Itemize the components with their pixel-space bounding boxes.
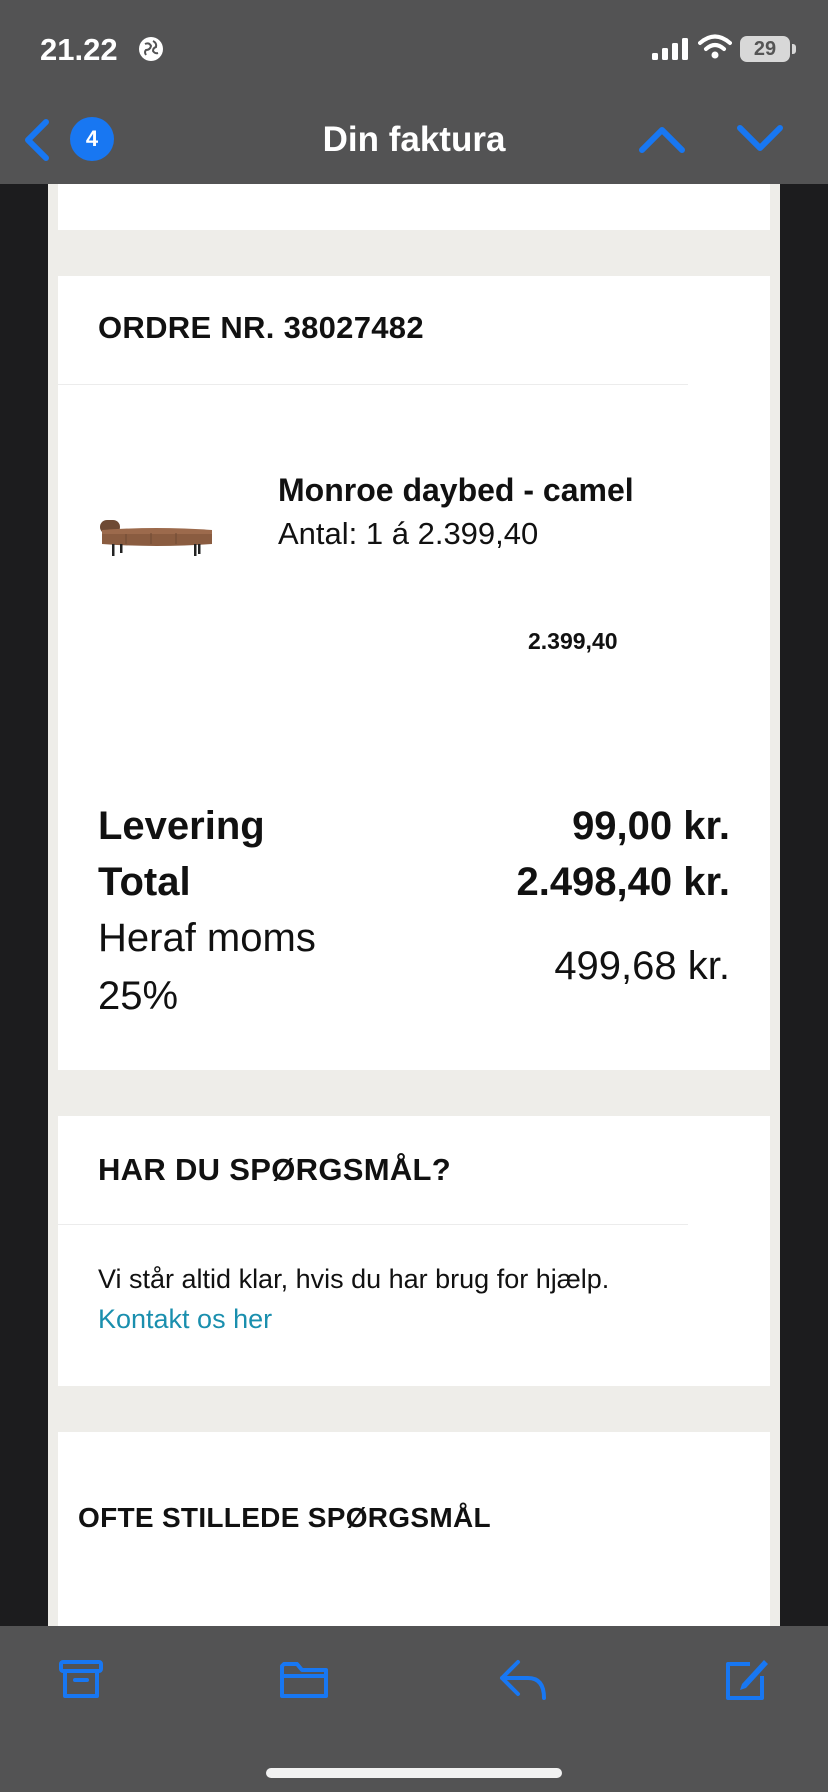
total-label: Total bbox=[98, 860, 191, 904]
help-heading: HAR DU SPØRGSMÅL? bbox=[98, 1152, 451, 1187]
delivery-label: Levering bbox=[98, 804, 265, 848]
battery-indicator: 29 bbox=[740, 36, 790, 62]
order-number-heading: ORDRE NR. 38027482 bbox=[98, 310, 424, 345]
divider bbox=[58, 1224, 688, 1225]
top-chrome: 21.22 29 4 Din faktura bbox=[0, 0, 828, 184]
product-name: Monroe daybed - camel bbox=[278, 472, 634, 508]
order-card: ORDRE NR. 38027482 Monroe daybed - camel… bbox=[58, 276, 770, 1070]
product-image bbox=[100, 520, 212, 556]
previous-message-chevron-up-icon[interactable] bbox=[638, 122, 686, 156]
archive-icon[interactable] bbox=[58, 1656, 104, 1702]
help-card: HAR DU SPØRGSMÅL? Vi står altid klar, hv… bbox=[58, 1116, 770, 1386]
folder-icon[interactable] bbox=[278, 1656, 330, 1702]
vat-label: Heraf moms bbox=[98, 916, 316, 960]
battery-tip bbox=[792, 44, 796, 54]
bottom-toolbar bbox=[0, 1626, 828, 1792]
vat-value: 499,68 kr. bbox=[554, 944, 730, 988]
next-message-chevron-down-icon[interactable] bbox=[736, 122, 784, 156]
wifi-icon bbox=[698, 34, 732, 59]
contact-link[interactable]: Kontakt os her bbox=[98, 1304, 272, 1335]
status-time: 21.22 bbox=[40, 32, 118, 67]
compose-icon[interactable] bbox=[722, 1656, 770, 1704]
signal-icon bbox=[652, 38, 688, 60]
page-title: Din faktura bbox=[322, 120, 506, 159]
vat-rate: 25% bbox=[98, 974, 179, 1018]
home-indicator[interactable] bbox=[266, 1768, 562, 1778]
product-price: 2.399,40 bbox=[528, 628, 618, 654]
faq-heading: OFTE STILLEDE SPØRGSMÅL bbox=[78, 1502, 491, 1533]
location-globe-icon bbox=[139, 37, 163, 61]
previous-card bbox=[58, 184, 770, 230]
divider bbox=[58, 384, 688, 385]
faq-card: OFTE STILLEDE SPØRGSMÅL bbox=[58, 1432, 770, 1626]
delivery-value: 99,00 kr. bbox=[572, 804, 730, 848]
reply-icon[interactable] bbox=[498, 1656, 550, 1702]
email-body[interactable]: ORDRE NR. 38027482 Monroe daybed - camel… bbox=[48, 184, 780, 1626]
total-value: 2.498,40 kr. bbox=[516, 860, 730, 904]
help-text: Vi står altid klar, hvis du har brug for… bbox=[98, 1264, 610, 1294]
product-quantity: Antal: 1 á 2.399,40 bbox=[278, 516, 539, 551]
